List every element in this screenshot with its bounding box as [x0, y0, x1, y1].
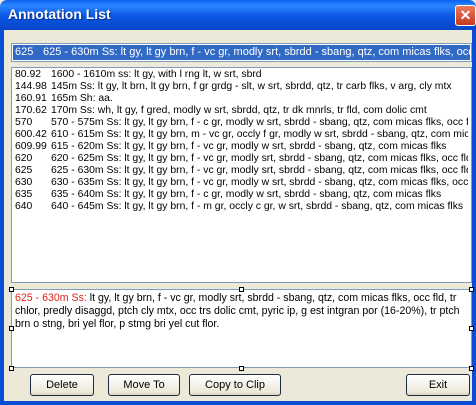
list-item-description: 625 - 630m Ss: lt gy, lt gy brn, f - vc … [51, 165, 468, 176]
list-item-description: 630 - 635m Ss: lt gy, lt gy brn, f - vc … [51, 177, 468, 188]
selected-depth: 625 [15, 46, 34, 58]
selected-annotation-field[interactable]: 625 625 - 630m Ss: lt gy, lt gy brn, f - … [11, 43, 472, 62]
list-item-depth: 170.62 [15, 105, 47, 116]
window-frame-right [472, 30, 476, 405]
list-item[interactable]: 570 570 - 575m Ss: lt gy, lt gy brn, f - … [13, 117, 468, 129]
window-frame-left [0, 30, 4, 405]
list-item[interactable]: 630 630 - 635m Ss: lt gy, lt gy brn, f - … [13, 177, 468, 189]
list-item[interactable]: 170.62 170m Ss: wh, lt gy, f gred, modly … [13, 105, 468, 117]
annotation-memo[interactable]: 625 - 630m Ss: lt gy, lt gy brn, f - vc … [11, 289, 472, 368]
close-button[interactable]: ✕ [455, 5, 476, 26]
list-item-description: 610 - 615m Ss: lt gy, lt gy brn, m - vc … [51, 129, 468, 140]
list-item-depth: 144.98 [15, 81, 47, 92]
exit-button[interactable]: Exit [406, 374, 470, 396]
list-item-description: 635 - 640m Ss: lt gy, lt gy brn, f - c g… [51, 189, 442, 200]
resize-handle-middle-right[interactable] [469, 326, 474, 331]
resize-handle-top-right[interactable] [469, 287, 474, 292]
list-item[interactable]: 625 625 - 630m Ss: lt gy, lt gy brn, f - … [13, 165, 468, 177]
list-item-description: 145m Ss: lt gy, lt brn, lt gy brn, f gr … [51, 81, 452, 92]
list-item-depth: 80.92 [15, 69, 42, 80]
list-item-depth: 570 [15, 117, 33, 128]
list-item-description: 165m Sh: aa. [51, 93, 113, 104]
list-item[interactable]: 609.99 615 - 620m Ss: lt gy, lt gy brn, f… [13, 141, 468, 153]
resize-handle-bottom-center[interactable] [239, 366, 244, 371]
selected-description: 625 - 630m Ss: lt gy, lt gy brn, f - vc … [43, 46, 470, 58]
list-item-depth: 620 [15, 153, 33, 164]
list-item-depth: 609.99 [15, 141, 47, 152]
list-item-description: 170m Ss: wh, lt gy, f gred, modly w srt,… [51, 105, 427, 116]
title-bar[interactable]: Annotation List ✕ [0, 0, 476, 30]
list-item-depth: 160.91 [15, 93, 47, 104]
list-item[interactable]: 160.91 165m Sh: aa. [13, 93, 468, 105]
window-title: Annotation List [8, 6, 111, 22]
resize-handle-bottom-right[interactable] [469, 366, 474, 371]
selected-annotation-highlight: 625 625 - 630m Ss: lt gy, lt gy brn, f - … [13, 45, 470, 60]
list-item-description: 615 - 620m Ss: lt gy, lt gy brn, f - vc … [51, 141, 447, 152]
memo-depth-range: 625 - 630m Ss: [15, 292, 87, 304]
copy-to-clip-button[interactable]: Copy to Clip [189, 374, 281, 396]
list-item[interactable]: 620 620 - 625m Ss: lt gy, lt gy brn, f - … [13, 153, 468, 165]
resize-handle-bottom-left[interactable] [9, 366, 14, 371]
list-item[interactable]: 80.92 1600 - 1610m ss: lt gy, with l rng … [13, 69, 468, 81]
list-item-depth: 630 [15, 177, 33, 188]
window-frame-bottom [0, 401, 476, 405]
resize-handle-top-center[interactable] [239, 287, 244, 292]
annotation-listbox[interactable]: 80.92 1600 - 1610m ss: lt gy, with l rng … [11, 67, 472, 283]
annotation-list-window: Annotation List ✕ 625 625 - 630m Ss: lt g… [0, 0, 476, 405]
list-item-depth: 640 [15, 201, 33, 212]
list-item[interactable]: 640 640 - 645m Ss: lt gy, lt gy brn, f - … [13, 201, 468, 213]
close-icon: ✕ [459, 7, 472, 23]
resize-handle-top-left[interactable] [9, 287, 14, 292]
list-item-depth: 600.42 [15, 129, 47, 140]
memo-text: 625 - 630m Ss: lt gy, lt gy brn, f - vc … [15, 292, 463, 331]
list-item-description: 640 - 645m Ss: lt gy, lt gy brn, f - m g… [51, 201, 464, 212]
resize-handle-middle-left[interactable] [9, 326, 14, 331]
list-item-description: 1600 - 1610m ss: lt gy, with l rng lt, w… [51, 69, 262, 80]
list-item-depth: 625 [15, 165, 33, 176]
move-to-button[interactable]: Move To [108, 374, 180, 396]
list-item[interactable]: 600.42 610 - 615m Ss: lt gy, lt gy brn, m… [13, 129, 468, 141]
list-item[interactable]: 144.98 145m Ss: lt gy, lt brn, lt gy brn,… [13, 81, 468, 93]
list-item-description: 570 - 575m Ss: lt gy, lt gy brn, f - c g… [51, 117, 468, 128]
list-item-depth: 635 [15, 189, 33, 200]
list-item[interactable]: 635 635 - 640m Ss: lt gy, lt gy brn, f - … [13, 189, 468, 201]
list-item-description: 620 - 625m Ss: lt gy, lt gy brn, f - vc … [51, 153, 468, 164]
delete-button[interactable]: Delete [30, 374, 94, 396]
